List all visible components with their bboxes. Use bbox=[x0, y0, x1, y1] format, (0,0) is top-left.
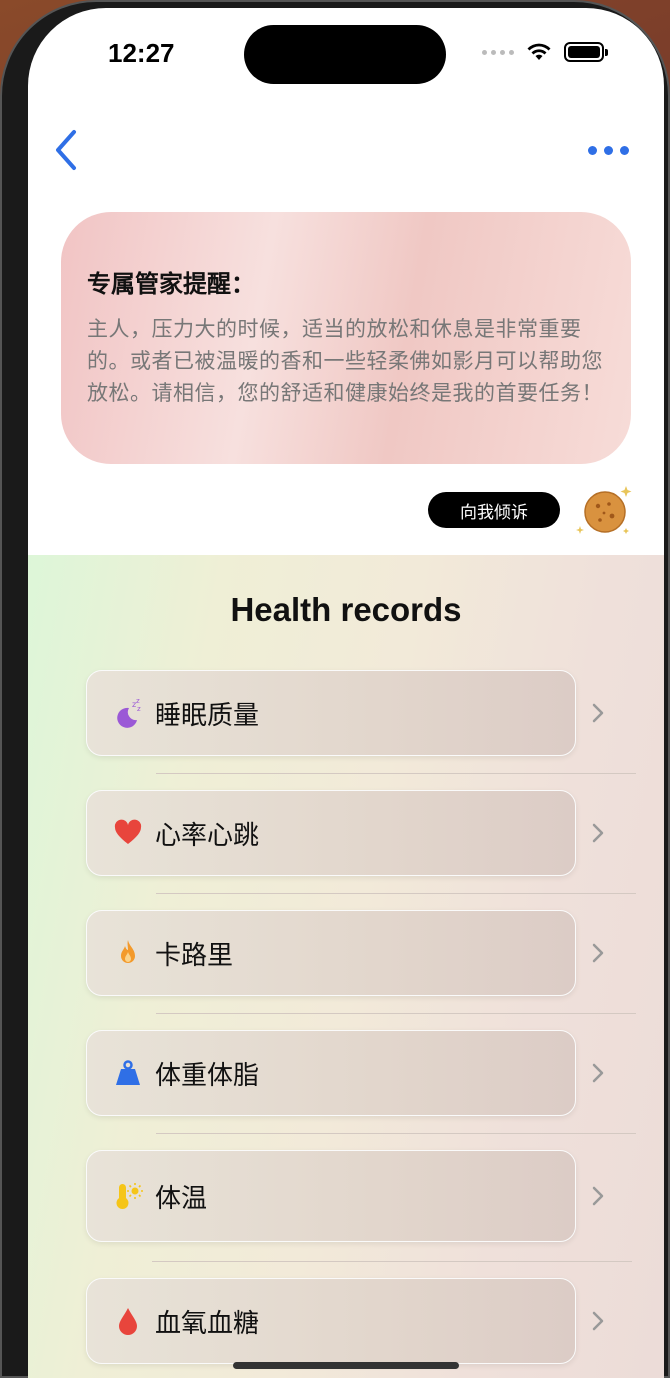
status-time: 12:27 bbox=[108, 38, 175, 68]
chevron-right-icon[interactable] bbox=[590, 1061, 606, 1085]
status-icons bbox=[482, 42, 608, 62]
chevron-right-icon[interactable] bbox=[590, 1309, 606, 1333]
reminder-title: 专属管家提醒： bbox=[87, 270, 255, 298]
chevron-right-icon[interactable] bbox=[590, 821, 606, 845]
dot-icon bbox=[588, 145, 597, 155]
row-divider bbox=[152, 1261, 632, 1262]
more-options-button[interactable] bbox=[588, 140, 638, 160]
record-item-heart-rate[interactable]: 心率心跳 bbox=[86, 790, 576, 876]
record-label: 血氧血糖 bbox=[155, 1308, 260, 1339]
chevron-right-icon[interactable] bbox=[590, 941, 606, 965]
row-divider bbox=[156, 1013, 636, 1014]
blood-drop-icon bbox=[113, 1306, 143, 1336]
record-row-heart: 心率心跳 bbox=[28, 782, 664, 902]
app-screen: 12:27 专属管家提醒： 主人，压力大的时候，适当的放松和休息是非常重要的。或… bbox=[28, 8, 664, 1378]
back-button[interactable] bbox=[50, 128, 86, 172]
health-records-title: Health records bbox=[230, 591, 462, 628]
record-label: 体重体脂 bbox=[155, 1060, 260, 1091]
moon-sleep-icon: z z z bbox=[113, 698, 143, 728]
weight-icon bbox=[113, 1058, 143, 1088]
flame-icon bbox=[113, 938, 143, 968]
wifi-icon bbox=[527, 43, 551, 60]
dot-icon bbox=[620, 145, 629, 155]
record-item-calories[interactable]: 卡路里 bbox=[86, 910, 576, 996]
health-records-section: Health records z z z 睡眠质量 心率心跳 卡路里 体重体脂 … bbox=[28, 555, 664, 1378]
row-divider bbox=[156, 773, 636, 774]
record-row-sleep: z z z 睡眠质量 bbox=[28, 662, 664, 782]
record-label: 睡眠质量 bbox=[155, 700, 260, 731]
svg-text:z: z bbox=[136, 698, 140, 705]
svg-text:z: z bbox=[137, 705, 141, 713]
reminder-body: 主人，压力大的时候，适当的放松和休息是非常重要的。或者已被温暖的香和一些轻柔佛如… bbox=[87, 317, 603, 405]
record-row-temperature: 体温 bbox=[28, 1142, 664, 1262]
record-item-weight-body-fat[interactable]: 体重体脂 bbox=[86, 1030, 576, 1116]
record-label: 心率心跳 bbox=[155, 820, 260, 851]
heart-icon bbox=[113, 818, 143, 848]
dot-icon bbox=[604, 145, 613, 155]
row-divider bbox=[156, 1133, 636, 1134]
home-indicator[interactable] bbox=[233, 1362, 459, 1369]
battery-icon bbox=[564, 42, 608, 62]
record-row-weight: 体重体脂 bbox=[28, 1022, 664, 1142]
chevron-left-icon bbox=[56, 130, 76, 170]
chevron-right-icon[interactable] bbox=[590, 701, 606, 725]
butler-reminder-card: 专属管家提醒： 主人，压力大的时候，适当的放松和休息是非常重要的。或者已被温暖的… bbox=[61, 212, 631, 464]
record-item-temperature[interactable]: 体温 bbox=[86, 1150, 576, 1242]
record-row-calories: 卡路里 bbox=[28, 902, 664, 1022]
record-label: 卡路里 bbox=[155, 940, 234, 971]
thermometer-icon bbox=[113, 1181, 143, 1211]
dynamic-island bbox=[244, 25, 446, 84]
signal-icon bbox=[482, 49, 514, 55]
butler-avatar-icon[interactable] bbox=[574, 480, 634, 540]
record-label: 体温 bbox=[155, 1183, 208, 1214]
record-item-sleep[interactable]: z z z 睡眠质量 bbox=[86, 670, 576, 756]
talk-to-me-button[interactable]: 向我倾诉 bbox=[428, 492, 560, 528]
row-divider bbox=[156, 893, 636, 894]
chevron-right-icon[interactable] bbox=[590, 1184, 606, 1208]
record-item-blood-oxygen-sugar[interactable]: 血氧血糖 bbox=[86, 1278, 576, 1364]
